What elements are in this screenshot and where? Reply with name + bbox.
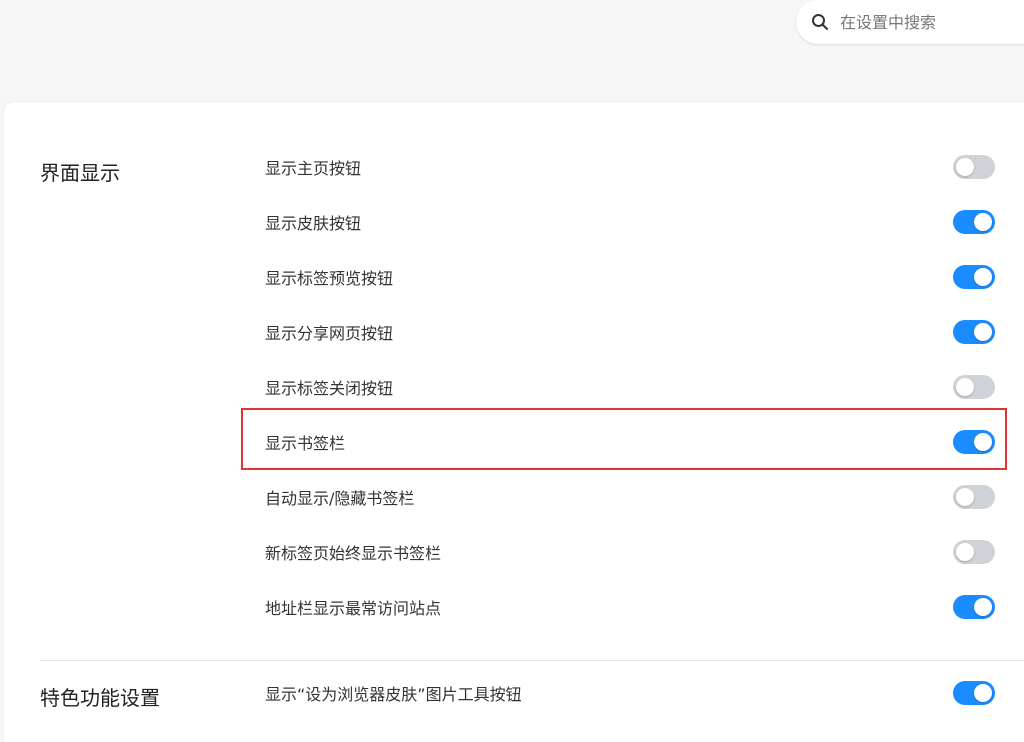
toggle-switch[interactable]: [953, 374, 995, 399]
setting-row-show-tab-preview-button: 显示标签预览按钮: [265, 249, 995, 304]
toggle-switch[interactable]: [953, 264, 995, 289]
section-title-special-features: 特色功能设置: [40, 686, 160, 710]
setting-row-address-bar-most-visited-sites: 地址栏显示最常访问站点: [265, 579, 995, 634]
section-title-interface-display: 界面显示: [40, 161, 120, 185]
setting-row-show-home-button: 显示主页按钮: [265, 139, 995, 194]
toggle-switch[interactable]: [953, 209, 995, 234]
toggle-switch[interactable]: [953, 154, 995, 179]
toggle-switch[interactable]: [953, 484, 995, 509]
setting-row-new-tab-always-show-bookmarks-bar: 新标签页始终显示书签栏: [265, 524, 995, 579]
setting-row-show-tab-close-button: 显示标签关闭按钮: [265, 359, 995, 414]
search-icon: [810, 12, 830, 32]
section-divider: [40, 660, 1024, 661]
setting-label: 显示标签关闭按钮: [265, 378, 394, 398]
setting-label: 显示主页按钮: [265, 158, 362, 178]
setting-row-show-share-page-button: 显示分享网页按钮: [265, 304, 995, 359]
setting-row-show-set-browser-skin-image-tool-button: 显示“设为浏览器皮肤”图片工具按钮: [265, 665, 995, 720]
highlight-box: [241, 408, 1007, 470]
setting-label: 地址栏显示最常访问站点: [265, 598, 442, 618]
settings-search-box[interactable]: [796, 0, 1024, 44]
setting-label: 自动显示/隐藏书签栏: [265, 488, 415, 508]
setting-label: 显示“设为浏览器皮肤”图片工具按钮: [265, 684, 522, 704]
setting-row-auto-show-hide-bookmarks-bar: 自动显示/隐藏书签栏: [265, 469, 995, 524]
setting-label: 显示分享网页按钮: [265, 323, 394, 343]
setting-row-show-skin-button: 显示皮肤按钮: [265, 194, 995, 249]
search-input[interactable]: [840, 12, 1000, 32]
toggle-switch[interactable]: [953, 680, 995, 705]
toggle-switch[interactable]: [953, 319, 995, 344]
setting-label: 新标签页始终显示书签栏: [265, 543, 442, 563]
toggle-switch[interactable]: [953, 594, 995, 619]
toggle-switch[interactable]: [953, 539, 995, 564]
setting-label: 显示皮肤按钮: [265, 213, 362, 233]
setting-label: 显示标签预览按钮: [265, 268, 394, 288]
